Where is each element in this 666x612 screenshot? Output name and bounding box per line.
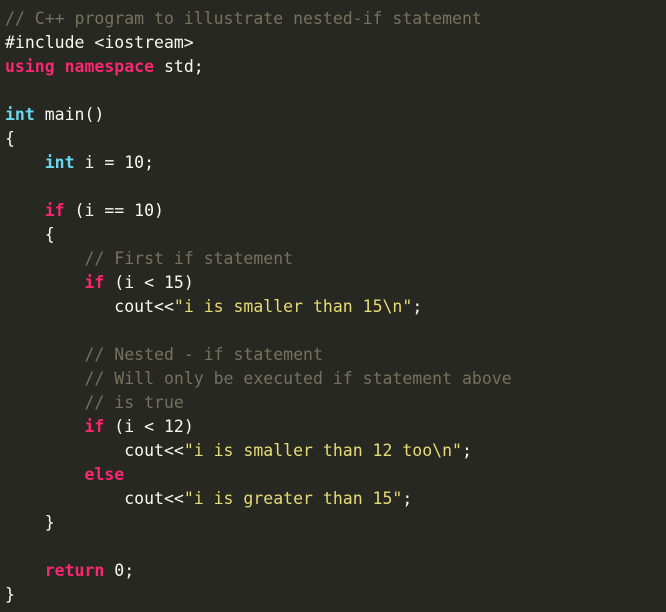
code-token-keyword: using — [5, 57, 55, 76]
code-token-keyword: if — [44, 201, 65, 220]
code-token-keyword: if — [84, 273, 105, 292]
code-token-plain: } — [5, 513, 55, 532]
code-line[interactable] — [5, 175, 666, 199]
code-line[interactable]: else — [5, 463, 666, 487]
code-token-plain: main() — [34, 105, 105, 124]
code-line[interactable]: // Nested - if statement — [5, 343, 666, 367]
code-line[interactable]: { — [5, 127, 666, 151]
code-token-keyword: if — [84, 417, 105, 436]
code-token-plain: std; — [154, 57, 204, 76]
code-line[interactable]: cout<<"i is greater than 15"; — [5, 487, 666, 511]
code-line[interactable]: if (i < 15) — [5, 271, 666, 295]
code-line[interactable]: } — [5, 583, 666, 607]
code-line[interactable] — [5, 319, 666, 343]
code-token-plain: { — [5, 225, 55, 244]
code-line[interactable]: // is true — [5, 391, 666, 415]
code-line[interactable] — [5, 535, 666, 559]
code-editor[interactable]: // C++ program to illustrate nested-if s… — [0, 0, 666, 612]
code-token-plain: ; — [402, 489, 413, 508]
code-token-plain: 0; — [104, 561, 135, 580]
code-line[interactable]: } — [5, 511, 666, 535]
code-token-plain: (i < 12) — [104, 417, 194, 436]
code-token-plain: cout<< — [5, 297, 174, 316]
code-token-comment: // is true — [84, 393, 184, 412]
code-token-type: int — [44, 153, 75, 172]
code-line[interactable]: using namespace std; — [5, 55, 666, 79]
code-token-string: "i is greater than 15" — [183, 489, 403, 508]
code-token-keyword: return — [44, 561, 105, 580]
code-line[interactable]: cout<<"i is smaller than 12 too\n"; — [5, 439, 666, 463]
code-token-plain: (i == 10) — [64, 201, 164, 220]
code-token-plain: cout<< — [5, 489, 184, 508]
code-token-plain: i = 10; — [74, 153, 155, 172]
code-line[interactable]: // Will only be executed if statement ab… — [5, 367, 666, 391]
code-line[interactable]: #include <iostream> — [5, 31, 666, 55]
code-token-comment: // Nested - if statement — [84, 345, 323, 364]
code-token-comment: // First if statement — [84, 249, 294, 268]
code-token-string: "i is smaller than 12 too\n" — [183, 441, 462, 460]
code-token-plain: ; — [412, 297, 423, 316]
code-token-plain: cout<< — [5, 441, 184, 460]
code-line[interactable]: { — [5, 223, 666, 247]
code-token-plain: (i < 15) — [104, 273, 194, 292]
code-line[interactable]: // C++ program to illustrate nested-if s… — [5, 7, 666, 31]
code-token-keyword: else — [84, 465, 125, 484]
code-line[interactable]: // First if statement — [5, 247, 666, 271]
code-line[interactable]: if (i == 10) — [5, 199, 666, 223]
code-line[interactable]: return 0; — [5, 559, 666, 583]
code-line[interactable]: int i = 10; — [5, 151, 666, 175]
code-token-plain: } — [5, 585, 15, 604]
code-line[interactable]: int main() — [5, 103, 666, 127]
code-token-keyword: namespace — [64, 57, 155, 76]
code-line[interactable]: if (i < 12) — [5, 415, 666, 439]
code-line[interactable] — [5, 79, 666, 103]
code-line[interactable]: cout<<"i is smaller than 15\n"; — [5, 295, 666, 319]
code-token-type: int — [5, 105, 35, 124]
code-token-comment: // C++ program to illustrate nested-if s… — [5, 9, 482, 28]
code-token-plain: #include <iostream> — [5, 33, 194, 52]
code-token-plain: { — [5, 129, 15, 148]
code-token-comment: // Will only be executed if statement ab… — [84, 369, 512, 388]
code-token-plain: ; — [461, 441, 472, 460]
code-token-string: "i is smaller than 15\n" — [173, 297, 413, 316]
